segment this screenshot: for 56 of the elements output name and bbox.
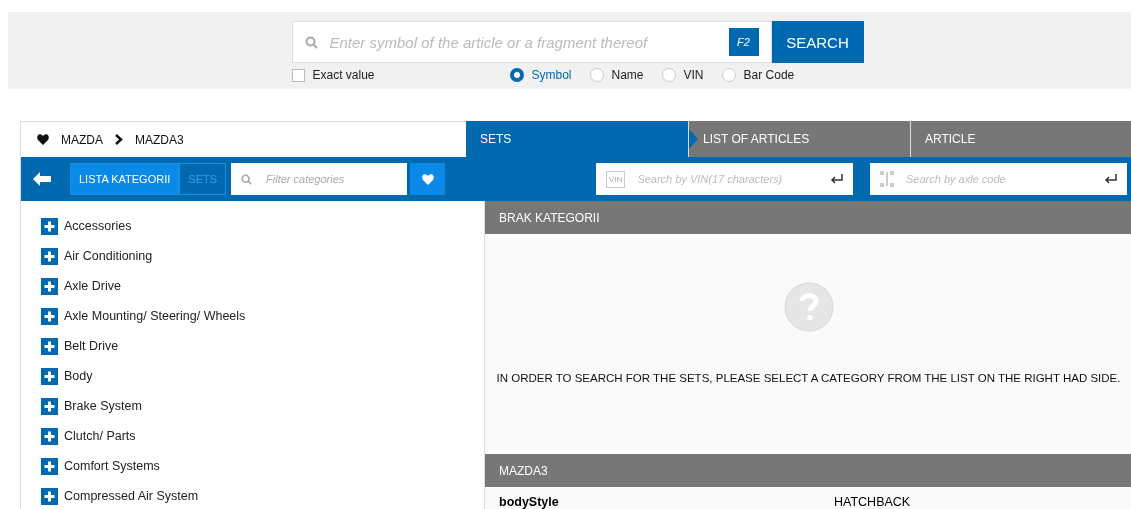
step-tab[interactable]: LIST OF ARTICLES xyxy=(688,121,910,157)
vin-icon: VIN xyxy=(606,170,626,188)
radio-label: Symbol xyxy=(531,68,572,82)
expand-icon[interactable] xyxy=(41,457,58,475)
favorite-button[interactable] xyxy=(410,163,446,195)
checkbox[interactable] xyxy=(291,68,305,82)
property-name: bodyStyle xyxy=(499,495,560,509)
panel-header: BRAK KATEGORII xyxy=(485,201,1131,234)
breadcrumb-item[interactable]: MAZDA3 xyxy=(135,132,184,147)
panel-header: MAZDA3 xyxy=(485,454,1131,487)
category-item[interactable]: Compressed Air System xyxy=(41,487,484,505)
search-button[interactable]: SEARCH xyxy=(771,21,864,63)
shortcut-key[interactable]: F2 xyxy=(728,28,759,56)
category-item[interactable]: Comfort Systems xyxy=(41,457,484,475)
property-value: HATCHBACK xyxy=(834,495,912,509)
question-icon xyxy=(783,282,834,332)
expand-icon[interactable] xyxy=(41,487,58,505)
category-item[interactable]: Belt Drive xyxy=(41,337,484,355)
radio-label: VIN xyxy=(683,68,704,82)
search-field[interactable]: Enter symbol of the article or a fragment thereof F2 xyxy=(291,21,772,63)
view-toggle[interactable]: LISTA KATEGORII xyxy=(70,163,180,195)
expand-icon[interactable] xyxy=(41,427,58,445)
axle-icon xyxy=(880,171,895,187)
chevron-icon xyxy=(115,134,123,145)
category-item[interactable]: Axle Drive xyxy=(41,277,484,295)
radio-button[interactable] xyxy=(509,68,524,82)
enter-icon xyxy=(1105,174,1118,184)
expand-icon[interactable] xyxy=(41,247,58,265)
category-item[interactable]: Clutch/ Parts xyxy=(41,427,484,445)
expand-icon[interactable] xyxy=(41,397,58,415)
step-arrow-icon xyxy=(689,129,699,149)
expand-icon[interactable] xyxy=(41,307,58,325)
empty-message: IN ORDER TO SEARCH FOR THE SETS, PLEASE SELECT A CATEGORY FROM THE LIST ON THE RIGHT HAD SIDE. xyxy=(496,372,1121,384)
category-item[interactable]: Brake System xyxy=(41,397,484,415)
checkbox-label: Exact value xyxy=(312,68,375,82)
search-icon xyxy=(304,35,318,49)
expand-icon[interactable] xyxy=(41,367,58,385)
category-item[interactable]: Air Conditioning xyxy=(41,247,484,265)
expand-icon[interactable] xyxy=(41,217,58,235)
category-item[interactable]: Axle Mounting/ Steering/ Wheels xyxy=(41,307,484,325)
category-item[interactable]: Body xyxy=(41,367,484,385)
radio-label: Bar Code xyxy=(743,68,795,82)
search-input[interactable]: Enter symbol of the article or a fragment thereof xyxy=(327,32,719,52)
radio-label: Name xyxy=(611,68,644,82)
back-arrow-icon[interactable] xyxy=(33,172,51,186)
heart-icon xyxy=(421,173,434,185)
filter-field[interactable]: Filter categories xyxy=(231,163,408,195)
search-icon xyxy=(241,173,253,185)
breadcrumb-item[interactable]: MAZDA xyxy=(61,132,103,147)
axle-search-field[interactable]: Search by axle code xyxy=(870,163,1128,195)
expand-icon[interactable] xyxy=(41,337,58,355)
expand-icon[interactable] xyxy=(41,277,58,295)
enter-icon xyxy=(831,174,844,184)
heart-icon[interactable] xyxy=(37,134,49,145)
category-item[interactable]: Accessories xyxy=(41,217,484,235)
step-tab[interactable]: ARTICLE xyxy=(910,121,1131,157)
